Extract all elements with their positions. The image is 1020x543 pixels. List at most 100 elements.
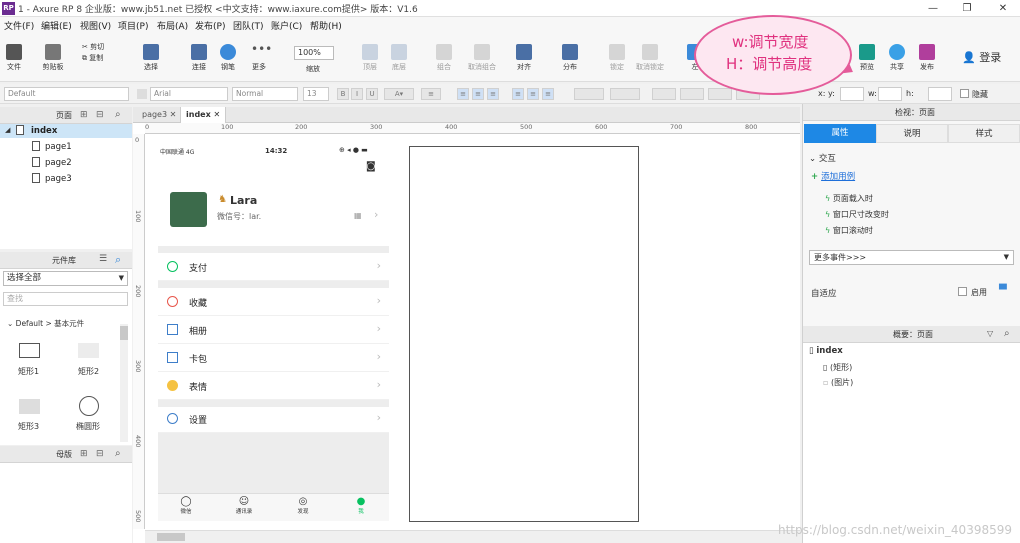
library-search-input[interactable]: 查找 xyxy=(3,292,128,306)
valign-middle-button[interactable]: ≡ xyxy=(527,88,539,100)
row-settings[interactable]: 设置 › xyxy=(158,405,389,433)
menu-publish[interactable]: 发布(P) xyxy=(195,19,225,32)
group-button[interactable]: 组合 xyxy=(424,44,464,72)
size-select[interactable]: 13 xyxy=(303,87,329,101)
rectangle3-widget[interactable] xyxy=(19,399,40,414)
clipboard-button[interactable]: 剪贴板 xyxy=(33,44,73,72)
event-window-resize[interactable]: ϟ 窗口尺寸改变时 xyxy=(825,209,889,220)
search-icon[interactable]: ⌕ xyxy=(1004,328,1010,339)
search-icon[interactable]: ⌕ xyxy=(115,448,121,459)
file-button[interactable]: 文件 xyxy=(0,44,34,72)
italic-button[interactable]: I xyxy=(351,88,363,100)
tab-style[interactable]: 样式 xyxy=(948,124,1020,143)
outline-item-index[interactable]: ▯ index xyxy=(809,346,843,356)
outline-item-rectangle[interactable]: ▯ (矩形) xyxy=(823,362,852,373)
valign-top-button[interactable]: ≡ xyxy=(512,88,524,100)
shadow-button[interactable] xyxy=(610,88,640,100)
row-stickers[interactable]: 表情 › xyxy=(158,372,389,400)
add-master-icon[interactable]: ⊞ xyxy=(80,449,88,459)
copy-button[interactable]: ⧉ 复制 xyxy=(82,53,104,64)
collapse-icon[interactable]: ◢ xyxy=(5,126,10,134)
menu-file[interactable]: 文件(F) xyxy=(4,19,34,32)
close-icon[interactable]: ✕ xyxy=(170,110,177,119)
ellipse-widget[interactable] xyxy=(79,396,99,416)
publish-button[interactable]: 发布 xyxy=(907,44,947,72)
bold-button[interactable]: B xyxy=(337,88,349,100)
line-style-button[interactable] xyxy=(708,88,732,100)
event-page-load[interactable]: ϟ 页面载入时 xyxy=(825,193,873,204)
avatar[interactable] xyxy=(170,192,207,227)
font-select[interactable]: Arial xyxy=(150,87,228,101)
tab-discover[interactable]: ◎ 发现 xyxy=(289,496,317,515)
send-bottom-button[interactable]: 底层 xyxy=(379,44,419,72)
row-favorites[interactable]: 收藏 › xyxy=(158,288,389,316)
tab-contacts[interactable]: ☺ 通讯录 xyxy=(230,496,258,515)
y-input[interactable] xyxy=(840,87,864,101)
bullet-button[interactable]: ≡ xyxy=(421,88,441,100)
menu-team[interactable]: 团队(T) xyxy=(233,19,264,32)
restore-icon[interactable]: ❐ xyxy=(952,1,982,16)
page-item-page2[interactable]: page2 xyxy=(0,156,132,170)
rectangle1-widget[interactable] xyxy=(19,343,40,358)
enable-adaptive-checkbox[interactable] xyxy=(958,287,967,296)
cut-button[interactable]: ✂ 剪切 xyxy=(82,42,104,53)
style-edit-icon[interactable] xyxy=(137,89,147,99)
row-album[interactable]: 相册 › xyxy=(158,316,389,344)
menu-view[interactable]: 视图(V) xyxy=(80,19,111,32)
wechat-me-mockup[interactable]: 中国联通 4G 14:32 ⊕ ◂ ● ▬ ◙ ♞ Lara 微信号：lar. … xyxy=(158,143,389,521)
search-icon[interactable]: ⌕ xyxy=(115,109,121,120)
align-center-button[interactable]: ≡ xyxy=(472,88,484,100)
canvas-rectangle[interactable] xyxy=(409,146,639,522)
page-item-page3[interactable]: page3 xyxy=(0,172,132,186)
zoom-select[interactable]: 100% xyxy=(294,46,334,60)
fill-color-button[interactable] xyxy=(574,88,604,100)
row-cards[interactable]: 卡包 › xyxy=(158,344,389,372)
event-window-scroll[interactable]: ϟ 窗口滚动时 xyxy=(825,225,873,236)
align-button[interactable]: 对齐 xyxy=(504,44,544,72)
add-folder-icon[interactable]: ⊟ xyxy=(96,110,104,120)
add-case-link[interactable]: + 添加用例 xyxy=(811,170,855,182)
weight-select[interactable]: Normal xyxy=(232,87,298,101)
library-scrollbar[interactable] xyxy=(120,324,128,442)
align-left-button[interactable]: ≡ xyxy=(457,88,469,100)
outline-item-image[interactable]: ▫ (图片) xyxy=(823,377,853,388)
hidden-checkbox[interactable] xyxy=(960,89,969,98)
menu-account[interactable]: 账户(C) xyxy=(271,19,302,32)
underline-button[interactable]: U xyxy=(366,88,378,100)
tab-properties[interactable]: 属性 xyxy=(804,124,876,143)
tab-wechat[interactable]: ◯ 微信 xyxy=(172,496,200,515)
more-events-select[interactable]: 更多事件>>> ▼ xyxy=(809,250,1014,265)
page-item-index[interactable]: ◢ index xyxy=(0,124,132,138)
menu-arrange[interactable]: 布局(A) xyxy=(157,19,188,32)
tab-page3[interactable]: page3 ✕ xyxy=(137,107,181,123)
select-button[interactable]: 选择 xyxy=(131,44,171,72)
menu-help[interactable]: 帮助(H) xyxy=(310,19,342,32)
add-folder-icon[interactable]: ⊟ xyxy=(96,449,104,459)
h-input[interactable] xyxy=(928,87,952,101)
valign-bottom-button[interactable]: ≡ xyxy=(542,88,554,100)
filter-icon[interactable]: ▽ xyxy=(987,329,993,338)
page-item-page1[interactable]: page1 xyxy=(0,140,132,154)
login-button[interactable]: 👤 登录 xyxy=(962,49,1001,65)
line-color-button[interactable] xyxy=(652,88,676,100)
align-right-button[interactable]: ≡ xyxy=(487,88,499,100)
library-group-label[interactable]: ⌄ Default > 基本元件 xyxy=(7,318,84,329)
close-icon[interactable]: ✕ xyxy=(214,110,221,119)
add-page-icon[interactable]: ⊞ xyxy=(80,110,88,120)
font-color-button[interactable]: A▾ xyxy=(384,88,414,100)
horizontal-scrollbar[interactable] xyxy=(145,530,800,543)
adaptive-settings-icon[interactable]: ▀ xyxy=(999,285,1007,296)
rectangle2-widget[interactable] xyxy=(78,343,99,358)
tab-notes[interactable]: 说明 xyxy=(876,124,948,143)
menu-project[interactable]: 项目(P) xyxy=(118,19,148,32)
w-input[interactable] xyxy=(878,87,902,101)
more-button[interactable]: ••• 更多 xyxy=(239,43,279,72)
unlock-button[interactable]: 取消锁定 xyxy=(630,44,670,72)
style-select[interactable]: Default xyxy=(4,87,129,101)
ungroup-button[interactable]: 取消组合 xyxy=(462,44,502,72)
qrcode-icon[interactable]: ▦ xyxy=(354,211,362,220)
menu-edit[interactable]: 编辑(E) xyxy=(41,19,72,32)
library-select[interactable]: 选择全部 ▼ xyxy=(3,271,128,286)
tab-index[interactable]: index ✕ xyxy=(180,107,227,123)
distribute-button[interactable]: 分布 xyxy=(550,44,590,72)
